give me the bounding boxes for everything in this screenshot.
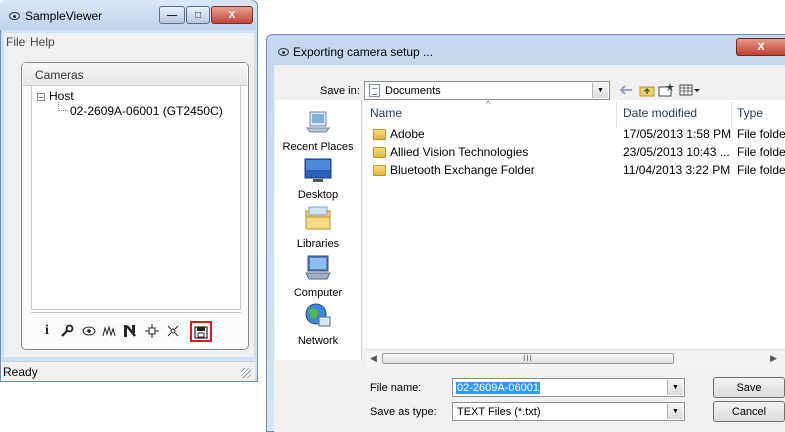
cancel-button[interactable]: Cancel — [713, 401, 785, 422]
maximize-icon: □ — [194, 9, 202, 21]
scroll-left-icon[interactable]: ◀ — [370, 353, 377, 364]
up-folder-icon[interactable] — [638, 82, 656, 98]
column-divider[interactable] — [731, 102, 732, 128]
wireless-icon[interactable] — [165, 322, 181, 340]
file-name: Adobe — [390, 127, 425, 141]
save-as-type-dropdown[interactable]: TEXT Files (*.txt) ▼ — [452, 402, 685, 421]
tree-node-host[interactable]: Host — [49, 89, 74, 103]
place-network[interactable]: Network — [275, 302, 361, 347]
app-eye-icon — [9, 12, 20, 20]
place-recent-places[interactable]: Recent Places — [275, 108, 361, 153]
close-icon: X — [228, 9, 236, 21]
save-as-type-value: TEXT Files (*.txt) — [457, 405, 541, 418]
computer-label: Computer — [293, 287, 343, 299]
folder-icon — [373, 165, 386, 176]
register-icon[interactable] — [122, 322, 138, 340]
chevron-down-icon[interactable]: ▼ — [667, 380, 683, 395]
close-button[interactable]: X — [211, 6, 253, 24]
resize-grip-icon[interactable] — [241, 368, 251, 378]
place-libraries[interactable]: Libraries — [275, 205, 361, 250]
file-name: Allied Vision Technologies — [390, 145, 529, 159]
save-in-value: Documents — [385, 84, 441, 97]
back-icon[interactable] — [617, 82, 635, 98]
places-bar: Recent Places Desktop Libraries Computer… — [275, 100, 362, 360]
toolbar-divider — [31, 312, 241, 313]
new-folder-icon[interactable] — [657, 82, 675, 98]
file-name-label: File name: — [370, 382, 422, 394]
io-icon[interactable] — [144, 322, 160, 340]
info-icon[interactable]: i — [39, 322, 55, 340]
file-row[interactable]: Allied Vision Technologies 23/05/2013 10… — [370, 145, 785, 161]
file-name-value: 02-2609A-06001 — [456, 381, 540, 394]
file-date: 23/05/2013 10:43 ... — [623, 145, 730, 159]
scrollbar-thumb[interactable]: III — [382, 353, 674, 364]
tree-connector — [58, 102, 68, 111]
computer-icon — [305, 255, 331, 280]
sort-ascending-icon: ^ — [486, 99, 491, 109]
tree-collapse-icon[interactable]: − — [37, 93, 45, 102]
export-settings-icon — [194, 325, 208, 339]
column-header-name[interactable]: Name — [370, 106, 402, 120]
save-button[interactable]: Save — [713, 377, 785, 398]
file-type: File folder — [737, 145, 785, 159]
file-type: File folder — [737, 163, 785, 177]
column-divider[interactable] — [616, 102, 617, 128]
status-bar: Ready — [1, 361, 255, 381]
file-date: 11/04/2013 3:22 PM — [623, 163, 731, 177]
file-row[interactable]: Bluetooth Exchange Folder 11/04/2013 3:2… — [370, 163, 785, 179]
minimize-icon: — — [167, 9, 177, 21]
wrench-icon[interactable] — [59, 322, 75, 340]
minimize-button[interactable]: — — [159, 6, 185, 24]
libraries-label: Libraries — [296, 238, 340, 250]
dialog-close-button[interactable]: X — [736, 38, 785, 56]
recent-places-label: Recent Places — [282, 141, 354, 153]
file-name: Bluetooth Exchange Folder — [390, 163, 535, 177]
sampleviewer-titlebar[interactable]: SampleViewer — □ X — [0, 0, 256, 30]
save-in-dropdown[interactable]: Documents ▼ — [364, 81, 610, 100]
network-icon — [305, 303, 331, 327]
window-title: SampleViewer — [25, 9, 103, 23]
scroll-right-icon[interactable]: ▶ — [770, 353, 777, 364]
column-header-date[interactable]: Date modified — [623, 106, 697, 120]
eye-icon[interactable] — [81, 322, 97, 340]
status-text: Ready — [3, 365, 38, 379]
tree-node-camera[interactable]: 02-2609A-06001 (GT2450C) — [70, 104, 223, 118]
chevron-down-icon[interactable]: ▼ — [592, 83, 608, 98]
file-date: 17/05/2013 1:58 PM — [623, 127, 732, 141]
camera-tree: − Host 02-2609A-06001 (GT2450C) — [31, 85, 241, 310]
documents-icon — [369, 84, 380, 97]
view-menu-icon[interactable] — [678, 82, 702, 98]
column-header-type[interactable]: Type — [737, 106, 763, 120]
cameras-header: Cameras — [23, 63, 247, 86]
save-as-type-label: Save as type: — [370, 406, 437, 418]
histogram-icon[interactable] — [102, 322, 118, 340]
menu-bar: File Help — [4, 33, 254, 51]
menu-file[interactable]: File — [6, 35, 25, 49]
libraries-icon — [305, 206, 331, 230]
close-icon: X — [757, 41, 765, 53]
cameras-label: Cameras — [35, 68, 84, 82]
file-type: File folder — [737, 127, 785, 141]
desktop-icon — [304, 158, 332, 182]
place-computer[interactable]: Computer — [275, 254, 361, 299]
file-name-input[interactable]: 02-2609A-06001 ▼ — [452, 378, 685, 397]
maximize-button[interactable]: □ — [186, 6, 210, 24]
place-desktop[interactable]: Desktop — [275, 156, 361, 201]
dialog-title: Exporting camera setup ... — [293, 45, 434, 59]
dialog-eye-icon — [278, 48, 289, 56]
folder-icon — [373, 129, 386, 140]
chevron-down-icon[interactable]: ▼ — [667, 404, 683, 419]
save-in-label: Save in: — [320, 85, 360, 97]
menu-help[interactable]: Help — [30, 35, 55, 49]
export-settings-button[interactable] — [190, 321, 212, 342]
network-label: Network — [297, 335, 339, 347]
recent-places-icon — [306, 111, 330, 133]
desktop-label: Desktop — [297, 189, 339, 201]
cancel-button-label: Cancel — [731, 405, 767, 418]
scroll-grip: III — [523, 354, 533, 363]
file-row[interactable]: Adobe 17/05/2013 1:58 PM File folder — [370, 127, 785, 143]
save-button-label: Save — [736, 381, 762, 394]
folder-icon — [373, 147, 386, 158]
